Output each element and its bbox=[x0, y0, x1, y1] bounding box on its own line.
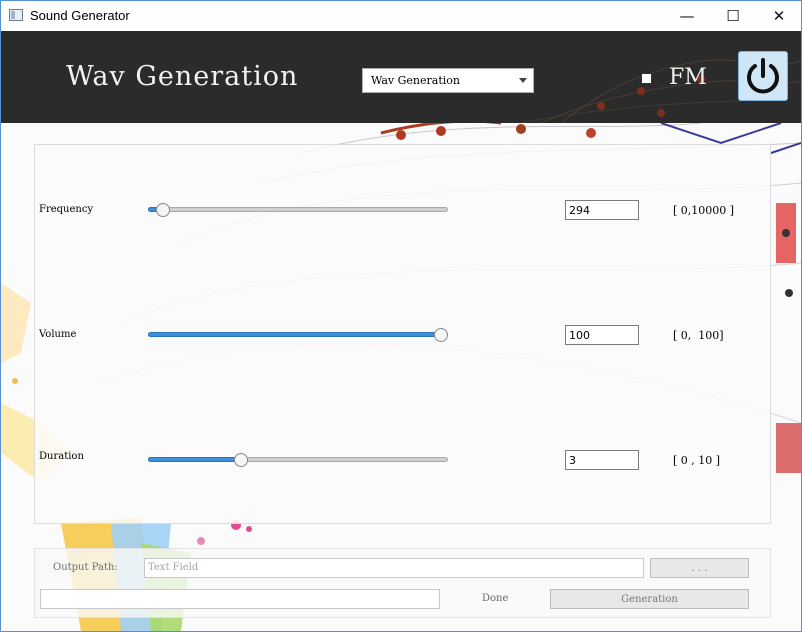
duration-range: [ 0 , 10 ] bbox=[673, 454, 721, 467]
maximize-button[interactable]: ☐ bbox=[710, 1, 756, 31]
frequency-slider-track bbox=[148, 207, 448, 212]
fm-label: FM bbox=[669, 65, 707, 90]
mode-select-value: Wav Generation bbox=[371, 74, 460, 87]
page-title: Wav Generation bbox=[66, 61, 299, 92]
mode-select[interactable]: Wav Generation bbox=[362, 68, 534, 93]
volume-slider[interactable] bbox=[148, 327, 448, 343]
chevron-down-icon bbox=[519, 78, 527, 83]
volume-input[interactable]: 100 bbox=[565, 325, 639, 345]
frequency-slider-handle[interactable] bbox=[156, 203, 171, 217]
fm-checkbox[interactable] bbox=[641, 73, 652, 84]
duration-slider-handle[interactable] bbox=[233, 453, 248, 467]
output-path-label: Output Path: bbox=[53, 562, 118, 573]
volume-slider-fill bbox=[148, 332, 441, 337]
duration-slider-fill bbox=[148, 457, 241, 462]
duration-slider[interactable] bbox=[148, 452, 448, 468]
header-bar: Wav Generation Wav Generation FM bbox=[1, 31, 801, 123]
frequency-range: [ 0,10000 ] bbox=[673, 204, 735, 217]
close-button[interactable]: ✕ bbox=[756, 1, 801, 31]
progress-bar bbox=[40, 589, 440, 609]
app-window: Sound Generator — ☐ ✕ Wav Generation Wav… bbox=[0, 0, 802, 632]
volume-label: Volume bbox=[39, 329, 77, 340]
power-icon bbox=[747, 58, 779, 94]
browse-button[interactable]: . . . bbox=[650, 558, 749, 578]
volume-range: [ 0, 100] bbox=[673, 329, 724, 342]
duration-label: Duration bbox=[39, 451, 84, 462]
power-button[interactable] bbox=[738, 51, 788, 101]
duration-input[interactable]: 3 bbox=[565, 450, 639, 470]
frequency-input[interactable]: 294 bbox=[565, 200, 639, 220]
minimize-button[interactable]: — bbox=[664, 1, 710, 31]
volume-slider-handle[interactable] bbox=[434, 328, 448, 342]
window-title: Sound Generator bbox=[30, 8, 130, 23]
frequency-label: Frequency bbox=[39, 204, 94, 215]
app-icon bbox=[9, 9, 23, 21]
frequency-slider[interactable] bbox=[148, 202, 448, 218]
output-path-input[interactable]: Text Field bbox=[144, 558, 644, 578]
generate-button[interactable]: Generation bbox=[550, 589, 749, 609]
title-bar: Sound Generator — ☐ ✕ bbox=[1, 1, 801, 31]
status-text: Done bbox=[482, 593, 509, 604]
